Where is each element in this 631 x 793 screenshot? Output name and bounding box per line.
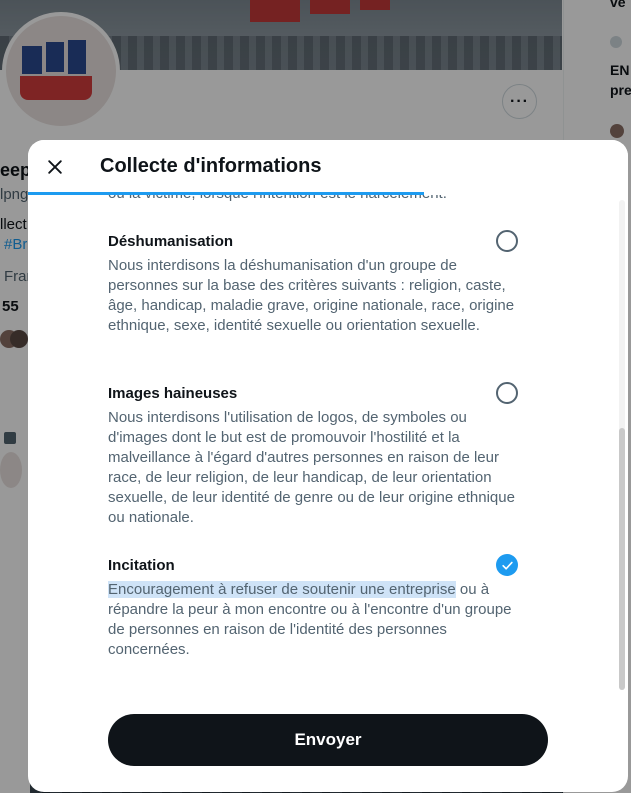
option-dehumanisation[interactable]: Déshumanisation Nous interdisons la désh… [108, 232, 528, 336]
radio-images-haineuses[interactable] [496, 382, 518, 404]
radio-dehumanisation[interactable] [496, 230, 518, 252]
option-images-haineuses[interactable]: Images haineuses Nous interdisons l'util… [108, 384, 528, 528]
submit-button[interactable]: Envoyer [108, 714, 548, 766]
previous-option-description: ou la victime, lorsque l'intention est l… [108, 195, 447, 204]
option-description: Nous interdisons la déshumanisation d'un… [108, 257, 515, 334]
option-description: Encouragement à refuser de soutenir une … [108, 580, 528, 660]
scrollbar-thumb[interactable] [619, 428, 625, 690]
close-button[interactable] [38, 150, 72, 184]
dialog-title: Collecte d'informations [100, 155, 322, 177]
radio-incitation[interactable] [496, 554, 518, 576]
option-title: Images haineuses [108, 385, 238, 402]
option-title: Incitation [108, 557, 175, 574]
option-title: Déshumanisation [108, 233, 234, 250]
checkmark-icon [501, 561, 513, 570]
close-icon [48, 160, 62, 174]
progress-bar [28, 192, 424, 195]
option-description: Nous interdisons l'utilisation de logos,… [108, 409, 515, 526]
dialog-header: Collecte d'informations [28, 140, 628, 193]
options-scroll-area[interactable]: ou la victime, lorsque l'intention est l… [28, 195, 628, 705]
scrollbar[interactable] [619, 200, 625, 690]
report-dialog: Collecte d'informations ou la victime, l… [28, 140, 628, 792]
option-incitation[interactable]: Incitation Encouragement à refuser de so… [108, 556, 528, 660]
selected-text-highlight: Encouragement à refuser de soutenir une … [108, 581, 456, 598]
